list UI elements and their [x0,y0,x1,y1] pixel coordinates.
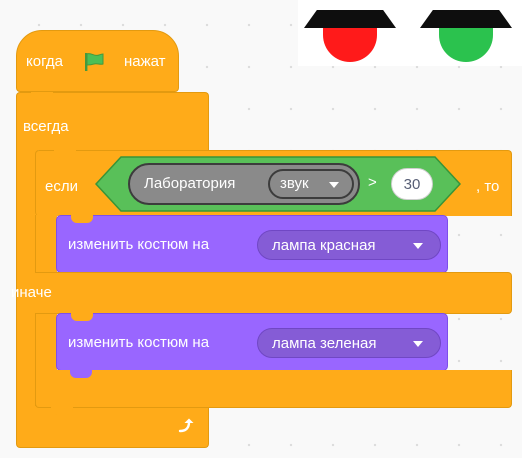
forever-bottom[interactable] [16,406,209,448]
costume-green-dropdown[interactable]: лампа зеленая [257,328,441,358]
costume-green-label: изменить костюм на [68,334,210,351]
switch-costume-red-block[interactable]: изменить костюм на лампа красная [56,215,448,273]
else-row[interactable]: иначе [11,272,512,314]
costume-red-label: изменить костюм на [68,236,210,253]
else-label: иначе [11,284,52,301]
switch-costume-green-block[interactable]: изменить костюм на лампа зеленая [56,313,448,371]
chevron-down-icon [413,341,423,347]
green-flag-icon [83,52,105,72]
if-else-bottom-tab [51,407,73,415]
forever-block[interactable]: всегда [16,92,209,150]
costume-green-dropdown-value: лампа зеленая [272,335,377,352]
when-label: когда [26,53,63,70]
threshold-input[interactable]: 30 [391,168,433,200]
if-label: если [45,178,78,195]
forever-label: всегда [23,118,69,135]
chevron-down-icon [329,182,339,188]
threshold-value: 30 [403,176,421,193]
laboratory-reporter[interactable]: Лаборатория звук [128,163,360,205]
script-stack[interactable]: когда нажат всегда если , то Лаборатория… [0,0,522,458]
sound-dropdown-value: звук [280,175,309,192]
if-notch [54,150,76,158]
clicked-label: нажат [124,53,166,70]
forever-notch [31,92,53,100]
reporter-label: Лаборатория [144,175,236,192]
if-else-bottom[interactable] [35,370,512,408]
costume-red-dropdown[interactable]: лампа красная [257,230,441,260]
costume-green-notch [71,313,93,321]
greater-than-symbol: > [368,174,377,191]
costume-red-dropdown-value: лампа красная [272,237,376,254]
greater-than-operator[interactable]: Лаборатория звук > 30 [95,156,461,212]
loop-arrow-icon [175,416,195,436]
costume-green-bottom-tab [70,370,92,378]
costume-red-notch [71,215,93,223]
sound-dropdown[interactable]: звук [268,169,354,199]
when-flag-clicked-block[interactable]: когда нажат [16,30,179,92]
then-label: , то [476,178,500,195]
chevron-down-icon [413,243,423,249]
